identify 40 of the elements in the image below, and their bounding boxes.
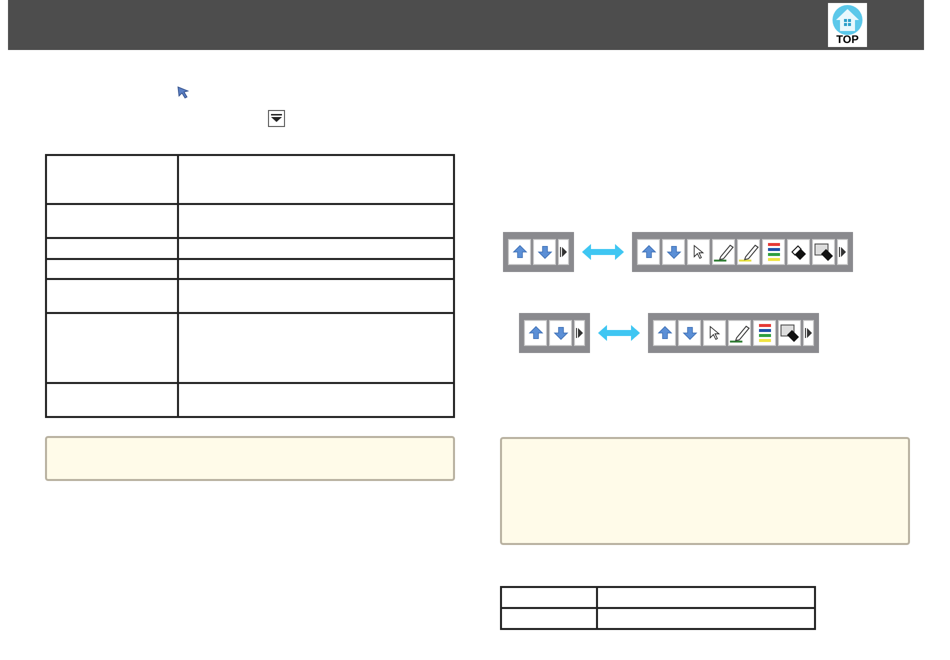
highlighter-icon — [738, 242, 759, 262]
color-palette-icon — [768, 243, 780, 261]
down-arrow-icon — [666, 244, 682, 260]
toolbar-button[interactable] — [753, 320, 776, 346]
up-arrow-icon — [656, 325, 672, 341]
double-arrow-icon — [598, 325, 640, 341]
clear-screen-icon — [780, 324, 800, 342]
expand-icon — [560, 246, 568, 258]
down-arrow-icon — [552, 325, 568, 341]
eraser-icon — [790, 243, 808, 261]
toolbar-button[interactable] — [787, 239, 810, 265]
toolbar-button[interactable] — [728, 320, 751, 346]
top-button[interactable]: TOP — [828, 3, 867, 47]
up-arrow-icon — [512, 244, 528, 260]
toolbar-button[interactable] — [762, 239, 785, 265]
up-arrow-icon — [640, 244, 656, 260]
toolbar-button[interactable] — [778, 320, 801, 346]
toolbar-button[interactable] — [558, 239, 569, 265]
toolbar-button[interactable] — [687, 239, 710, 265]
toolbar-button[interactable] — [837, 239, 848, 265]
home-icon — [830, 4, 865, 36]
menu-icon — [268, 110, 285, 127]
toolbar-button[interactable] — [737, 239, 760, 265]
toolbar-button[interactable] — [712, 239, 735, 265]
toolbar-button[interactable] — [803, 320, 814, 346]
pen-icon — [713, 242, 734, 262]
double-arrow-icon — [582, 244, 624, 260]
toolbar-button[interactable] — [574, 320, 585, 346]
expand-icon — [838, 246, 846, 258]
down-arrow-icon — [682, 325, 698, 341]
down-arrow-icon — [536, 244, 552, 260]
pointer-icon — [177, 86, 189, 99]
clear-screen-icon — [814, 243, 834, 261]
color-palette-icon — [758, 324, 770, 342]
expand-icon — [576, 327, 584, 339]
pen-icon — [729, 323, 750, 343]
up-arrow-icon — [528, 325, 544, 341]
toolbar-button[interactable] — [703, 320, 726, 346]
toolbar-button[interactable] — [812, 239, 835, 265]
expand-icon — [804, 327, 812, 339]
